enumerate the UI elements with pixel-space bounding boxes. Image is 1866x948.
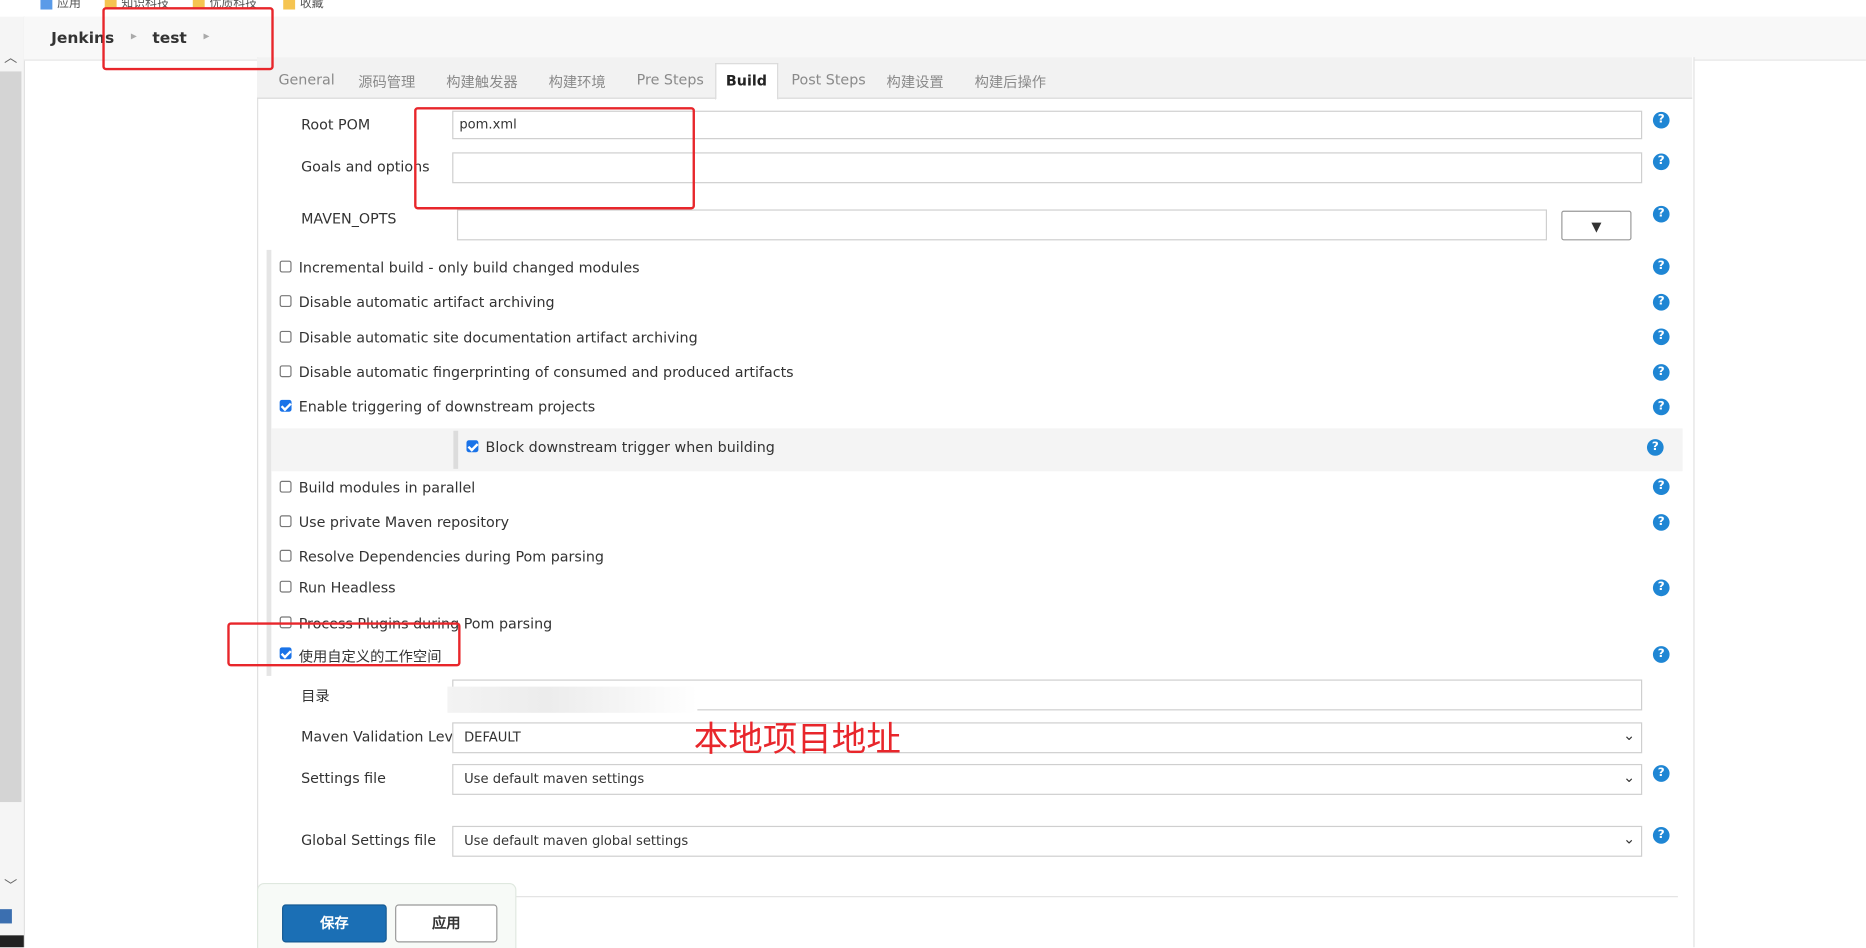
settings-file-select[interactable]: Use default maven settings ⌄ [452,763,1643,795]
checkbox-disable-fingerprinting[interactable] [279,365,292,378]
annotation-box-custom-workspace [227,622,461,667]
tab-post-build[interactable]: 构建后操作 [975,71,1046,91]
breadcrumb: Jenkins ▸ test ▸ [23,16,1866,61]
jenkins-config-page: 应用 知识科技 优质科技 收藏 ︿ ﹀ Jenkins ▸ test ▸ Gen… [0,0,1866,948]
help-icon[interactable]: ? [1652,364,1670,381]
save-button[interactable]: 保存 [282,904,387,943]
bookmarks-bar: 应用 知识科技 优质科技 收藏 [0,0,1866,17]
help-icon[interactable]: ? [1646,439,1664,456]
chevron-down-icon[interactable]: ﹀ [2,878,19,895]
option-label: Enable triggering of downstream projects [298,398,596,416]
validation-value: DEFAULT [464,729,521,745]
root-pom-label: Root POM [301,116,371,134]
chevron-down-icon: ⌄ [1623,727,1636,744]
help-icon[interactable]: ? [1652,293,1670,311]
help-icon[interactable]: ? [1652,328,1670,346]
checkbox-resolve-dependencies[interactable] [279,549,292,562]
checkbox-build-modules-parallel[interactable] [279,480,292,493]
global-settings-label: Global Settings file [301,831,437,849]
bookmark-folder[interactable]: 收藏 [283,0,324,11]
help-icon[interactable]: ? [1652,205,1670,223]
tab-triggers[interactable]: 构建触发器 [446,71,517,91]
option-label: Build modules in parallel [298,479,476,497]
option-label: Incremental build - only build changed m… [298,259,640,277]
taskbar-strip [0,935,24,948]
checkbox-disable-site-doc-archiving[interactable] [279,330,292,343]
annotation-text: 本地项目地址 [693,718,901,760]
help-icon[interactable]: ? [1652,514,1670,531]
help-icon[interactable]: ? [1652,827,1670,844]
validation-select[interactable]: DEFAULT ⌄ [452,722,1643,754]
goals-label: Goals and options [301,158,430,175]
maven-opts-label: MAVEN_OPTS [301,210,397,228]
help-icon[interactable]: ? [1652,646,1670,663]
help-icon[interactable]: ? [1652,111,1670,129]
scrollbar-thumb[interactable] [0,71,22,803]
option-label: Resolve Dependencies during Pom parsing [298,548,604,566]
tab-build-settings[interactable]: 构建设置 [887,71,944,91]
chevron-up-icon[interactable]: ︿ [2,50,19,67]
option-label: Use private Maven repository [298,514,510,531]
help-icon[interactable]: ? [1652,478,1670,496]
downstream-subsection [271,428,1683,472]
help-icon[interactable]: ? [1652,579,1670,597]
tab-pre-steps[interactable]: Pre Steps [637,71,704,88]
apps-icon [40,0,53,9]
help-icon[interactable]: ? [1652,765,1670,782]
tab-environment[interactable]: 构建环境 [549,71,606,91]
checkbox-block-downstream-trigger[interactable] [466,440,479,453]
global-settings-select[interactable]: Use default maven global settings ⌄ [452,825,1643,857]
config-tabs: General 源码管理 构建触发器 构建环境 Pre Steps Build … [257,57,1693,100]
option-label: Disable automatic fingerprinting of cons… [298,364,794,381]
maven-opts-input[interactable] [456,209,1548,241]
annotation-box-pom-goals [414,107,695,210]
apply-button[interactable]: 应用 [395,904,498,943]
option-label: Disable automatic site documentation art… [298,329,698,347]
global-settings-value: Use default maven global settings [464,833,689,849]
checkbox-enable-downstream-triggering[interactable] [279,399,292,412]
tab-build[interactable]: Build [715,63,778,100]
folder-icon [283,0,296,9]
option-label: Block downstream trigger when building [485,439,775,456]
settings-file-label: Settings file [301,769,386,787]
checkbox-run-headless[interactable] [279,580,292,593]
tab-general[interactable]: General [278,71,334,88]
help-icon[interactable]: ? [1652,258,1670,275]
tab-source[interactable]: 源码管理 [358,71,415,91]
settings-file-value: Use default maven settings [464,771,645,787]
maven-opts-expand-button[interactable]: ▼ [1561,210,1632,241]
subsection-rule [453,430,459,469]
option-label: Run Headless [298,579,396,597]
bookmark-apps[interactable]: 应用 [40,0,81,11]
tab-post-steps[interactable]: Post Steps [791,71,865,88]
help-icon[interactable]: ? [1652,153,1670,171]
redacted-path [447,686,698,713]
validation-label: Maven Validation Level [301,728,466,745]
checkbox-disable-artifact-archiving[interactable] [279,295,292,308]
checkbox-private-maven-repo[interactable] [279,515,292,528]
option-label: Disable automatic artifact archiving [298,293,555,311]
directory-label: 目录 [301,687,330,705]
annotation-box-breadcrumb [102,7,274,71]
chevron-down-icon: ⌄ [1623,768,1636,786]
help-icon[interactable]: ? [1652,398,1670,416]
chevron-down-icon: ⌄ [1623,830,1636,848]
footer-divider [511,896,1678,898]
taskbar-icon[interactable] [0,909,12,924]
checkbox-incremental-build[interactable] [279,260,292,273]
